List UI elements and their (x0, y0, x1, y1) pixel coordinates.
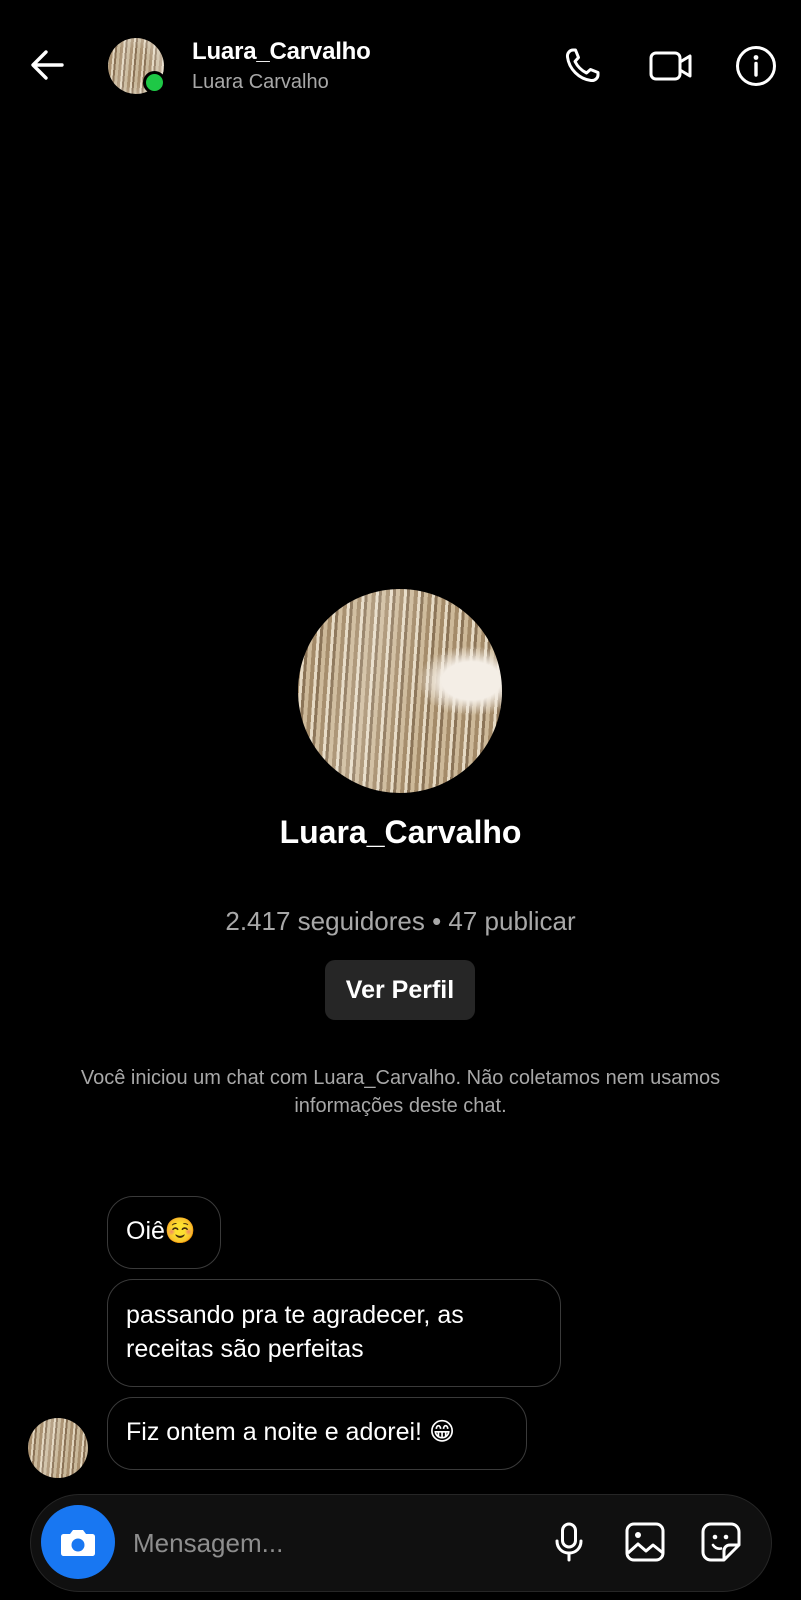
microphone-icon (555, 1522, 583, 1562)
view-profile-button[interactable]: Ver Perfil (325, 960, 475, 1020)
header-full-name[interactable]: Luara Carvalho (192, 71, 329, 94)
gallery-button[interactable] (623, 1520, 667, 1564)
back-button[interactable] (26, 44, 68, 86)
info-icon (736, 46, 776, 86)
online-status-dot (143, 71, 166, 94)
profile-photo[interactable] (298, 589, 502, 793)
camera-icon (61, 1530, 95, 1556)
chat-start-notice: Você iniciou um chat com Luara_Carvalho.… (80, 1067, 721, 1117)
video-camera-icon (649, 51, 692, 81)
sticker-button[interactable] (699, 1520, 743, 1564)
arrow-left-icon (31, 50, 64, 80)
chat-header: Luara_Carvalho Luara Carvalho (0, 0, 801, 135)
profile-username: Luara_Carvalho (279, 814, 522, 850)
header-avatar[interactable] (108, 38, 166, 94)
voice-message-button[interactable] (547, 1520, 591, 1564)
audio-call-button[interactable] (560, 44, 604, 88)
conversation-info-button[interactable] (734, 44, 778, 88)
gallery-icon (625, 1522, 665, 1562)
profile-stats: 2.417 seguidores • 47 publicar (225, 906, 576, 936)
message-bubble[interactable]: Oiê☺️ (107, 1196, 221, 1269)
sticker-icon (701, 1522, 741, 1562)
camera-button[interactable] (41, 1505, 115, 1579)
message-bubble[interactable]: passando pra te agradecer, as receitas s… (107, 1279, 561, 1387)
message-input[interactable] (131, 1520, 515, 1566)
message-bubble[interactable]: Fiz ontem a noite e adorei! 😁 (107, 1397, 527, 1470)
header-username[interactable]: Luara_Carvalho (192, 38, 371, 66)
phone-icon (565, 48, 600, 83)
sender-avatar[interactable] (28, 1418, 88, 1478)
message-composer (30, 1494, 772, 1592)
video-call-button[interactable] (648, 44, 692, 88)
